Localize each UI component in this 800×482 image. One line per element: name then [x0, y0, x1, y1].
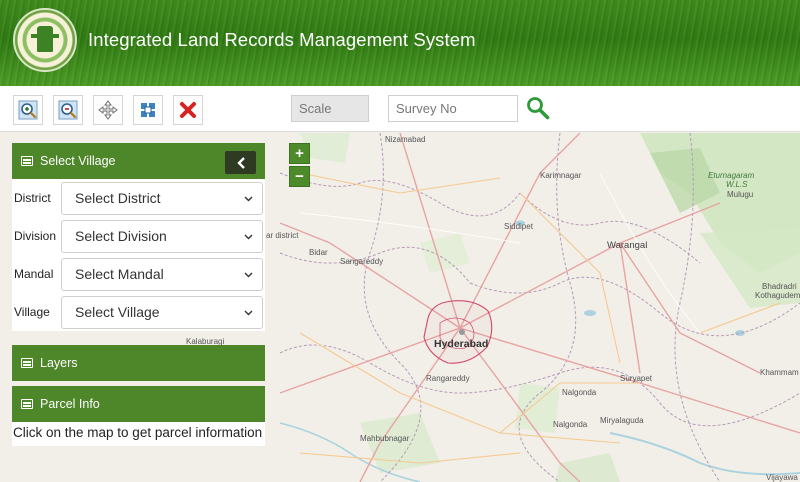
village-select-value: Select Village [75, 304, 160, 320]
place-label: Kothagudem [755, 291, 800, 300]
search-button[interactable] [524, 94, 552, 122]
side-panel: Select Village District Select District … [12, 143, 265, 446]
place-label: Rangareddy [426, 374, 470, 383]
emblem-logo [13, 8, 77, 72]
place-label: Warangal [607, 240, 648, 251]
pan-tool-button[interactable] [93, 95, 123, 125]
division-select-value: Select Division [75, 228, 167, 244]
place-label: Bidar [309, 248, 328, 257]
place-label: Mahbubnagar [360, 434, 410, 443]
parcel-info-text: Click on the map to get parcel informati… [12, 422, 265, 446]
village-select[interactable]: Select Village [61, 295, 263, 329]
mandal-row: Mandal Select Mandal [12, 255, 265, 293]
zoom-in-tool-button[interactable] [13, 95, 43, 125]
zoom-out-tool-icon [58, 100, 78, 120]
place-label: Eturnagaram [708, 171, 755, 180]
map-zoom-in-button[interactable]: + [289, 143, 310, 164]
village-row: Village Select Village [12, 293, 265, 331]
division-row: Division Select Division [12, 217, 265, 255]
chevron-down-icon [244, 272, 253, 277]
division-label: Division [14, 229, 57, 243]
place-label-hyderabad: Hyderabad [434, 338, 489, 350]
place-label: Karimnagar [540, 171, 582, 180]
layers-title: Layers [40, 356, 78, 370]
place-label: Nalgonda [553, 420, 588, 429]
place-label: Miryalaguda [600, 416, 644, 425]
place-label: Siddipet [504, 222, 533, 231]
district-select-value: Select District [75, 190, 161, 206]
chevron-down-icon [244, 234, 253, 239]
full-extent-tool-icon [141, 103, 155, 117]
layers-header[interactable]: Layers [12, 345, 265, 381]
mandal-label: Mandal [14, 267, 54, 281]
village-label: Village [14, 305, 50, 319]
map-toolbar: Scale [0, 86, 800, 132]
list-icon [21, 358, 33, 368]
app-header: Integrated Land Records Management Syste… [0, 0, 800, 86]
survey-number-input[interactable] [388, 95, 518, 122]
mandal-select[interactable]: Select Mandal [61, 257, 263, 291]
scale-display: Scale [291, 95, 369, 122]
place-label: Mulugu [727, 190, 754, 199]
district-select[interactable]: Select District [61, 181, 263, 215]
map-zoom-out-button[interactable]: − [289, 166, 310, 187]
place-label: W.L.S [726, 180, 748, 189]
place-label: Sangareddy [340, 257, 384, 266]
app-title: Integrated Land Records Management Syste… [88, 29, 476, 50]
place-label: Suryapet [620, 374, 653, 383]
district-row: District Select District [12, 179, 265, 217]
search-icon [527, 97, 550, 120]
place-label: Bhadradri [762, 282, 797, 291]
pan-tool-icon [98, 100, 118, 120]
list-icon [21, 399, 33, 409]
collapse-panel-button[interactable] [225, 151, 256, 174]
list-icon [21, 156, 33, 166]
division-select[interactable]: Select Division [61, 219, 263, 253]
place-label: ar district [266, 231, 299, 240]
parcel-info-header[interactable]: Parcel Info [12, 386, 265, 422]
chevron-down-icon [244, 196, 253, 201]
place-label: Nizamabad [385, 135, 426, 144]
place-label: Nalgonda [562, 388, 597, 397]
zoom-out-tool-button[interactable] [53, 95, 83, 125]
district-label: District [14, 191, 51, 205]
select-village-title: Select Village [40, 154, 116, 168]
chevron-left-icon [236, 156, 245, 169]
mandal-select-value: Select Mandal [75, 266, 164, 282]
chevron-down-icon [244, 310, 253, 315]
parcel-info-title: Parcel Info [40, 397, 100, 411]
clear-tool-button[interactable] [173, 95, 203, 125]
clear-tool-icon [180, 102, 196, 118]
place-label: Vijayawa [766, 473, 798, 482]
place-label: Khammam [760, 368, 799, 377]
full-extent-tool-button[interactable] [133, 95, 163, 125]
select-village-header[interactable]: Select Village [12, 143, 265, 179]
zoom-in-tool-icon [18, 100, 38, 120]
